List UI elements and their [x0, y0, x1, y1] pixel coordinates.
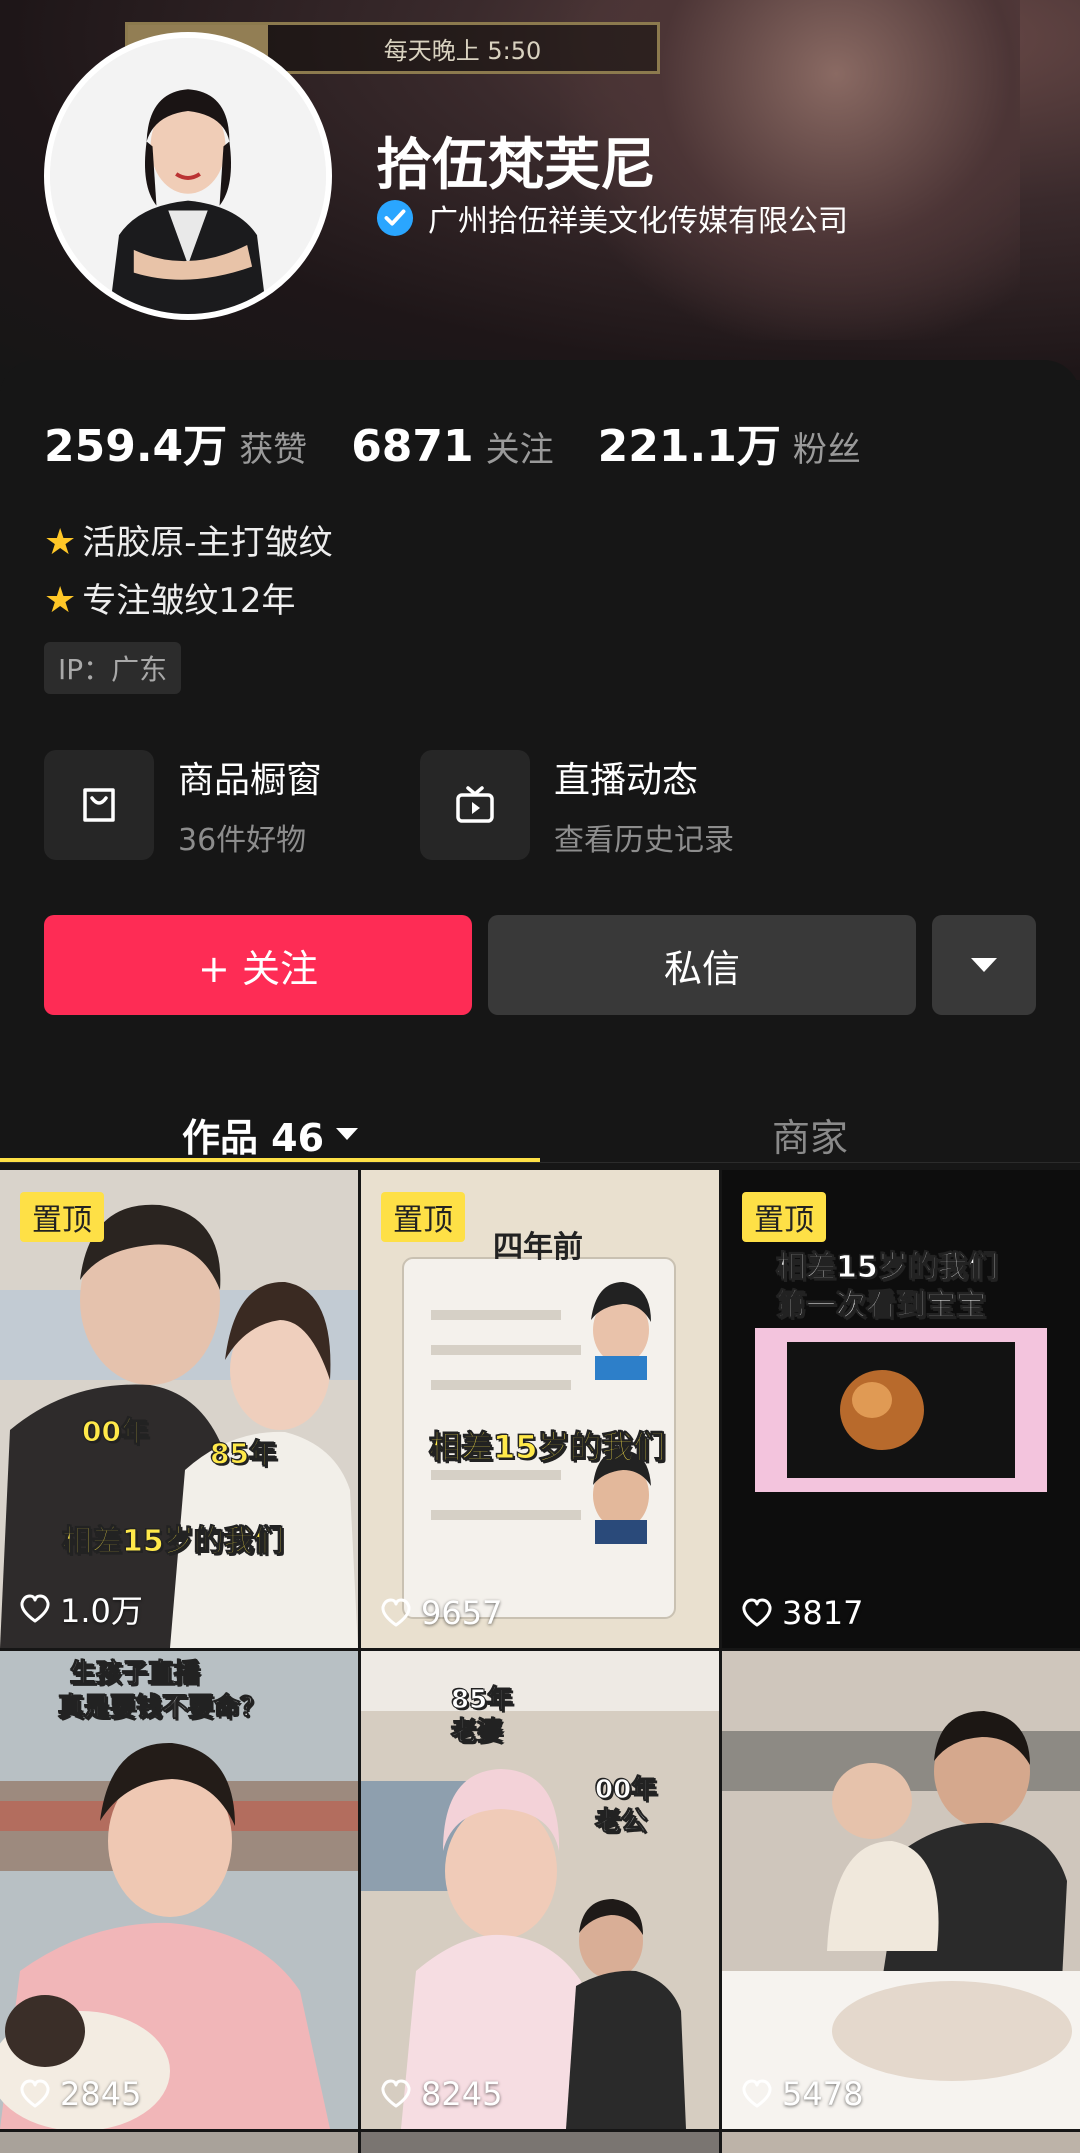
like-count: 3817: [740, 1594, 863, 1632]
video-caption: 相差15岁的我们: [62, 1524, 285, 1560]
bio: ★ 活胶原-主打皱纹 ★ 专注皱纹12年: [44, 514, 333, 630]
video-thumbnail[interactable]: 生孩子直播 真是要钱不要命？ 2845: [0, 1651, 358, 2129]
video-caption: 真是要钱不要命？: [57, 1693, 267, 1724]
live-history-title: 直播动态: [554, 760, 699, 801]
bio-line: ★ 活胶原-主打皱纹: [44, 514, 333, 572]
video-thumbnail-image: [361, 1651, 719, 2129]
video-thumbnail[interactable]: 相差15岁的我们 第一次看到宝宝 置顶 3817: [722, 1170, 1080, 1648]
heart-icon: [742, 1598, 772, 1627]
video-thumbnail[interactable]: [0, 2132, 358, 2153]
video-thumbnail[interactable]: [722, 2132, 1080, 2153]
video-caption: 老公: [594, 1807, 648, 1838]
like-count: 9657: [379, 1594, 502, 1632]
like-count: 8245: [379, 2075, 502, 2113]
live-history-subtitle: 查看历史记录: [554, 823, 734, 858]
like-count-value: 8245: [421, 2075, 503, 2113]
stat-followers-value: 221.1万: [597, 421, 781, 472]
stat-likes-value: 259.4万: [44, 421, 228, 472]
tab-works-label: 作品 46: [181, 1115, 325, 1160]
video-caption: 生孩子直播: [69, 1659, 201, 1690]
video-caption: 相差15岁的我们: [429, 1428, 667, 1467]
star-icon: ★: [44, 522, 77, 563]
message-button[interactable]: 私信: [488, 915, 916, 1015]
avatar-portrait-image: [50, 38, 326, 314]
stat-followers-label: 粉丝: [792, 430, 861, 470]
video-thumbnail[interactable]: [361, 2132, 719, 2153]
like-count-value: 5478: [782, 2075, 864, 2113]
stats-row: 259.4万 获赞 6871 关注 221.1万 粉丝: [44, 410, 905, 474]
tab-divider: [0, 1162, 1080, 1163]
caret-down-icon: [336, 1128, 359, 1140]
like-count-value: 3817: [782, 1594, 864, 1632]
shop-window-title: 商品橱窗: [178, 760, 323, 801]
follow-button[interactable]: + 关注: [44, 915, 472, 1015]
shop-window-entry[interactable]: 商品橱窗 36件好物: [44, 750, 322, 860]
live-history-entry[interactable]: 直播动态 查看历史记录: [420, 750, 734, 860]
video-caption: 第一次看到宝宝: [776, 1288, 987, 1324]
heart-icon: [742, 2079, 772, 2108]
avatar[interactable]: [44, 32, 332, 320]
shopping-bag-icon: [44, 750, 154, 860]
bio-line-text: 活胶原-主打皱纹: [82, 523, 333, 563]
star-icon: ★: [44, 580, 77, 621]
stat-following[interactable]: 6871 关注: [351, 421, 553, 472]
schedule-text: 每天晚上 5:50: [383, 36, 542, 65]
stat-following-label: 关注: [485, 430, 554, 470]
heart-icon: [20, 1594, 50, 1623]
tv-play-icon: [420, 750, 530, 860]
like-count-value: 1.0万: [60, 1592, 143, 1630]
video-caption: 85年: [210, 1437, 278, 1471]
like-count-value: 9657: [421, 1594, 503, 1632]
video-caption: 老婆: [450, 1717, 504, 1748]
heart-icon: [20, 2079, 50, 2108]
like-count: 1.0万: [18, 1586, 143, 1632]
more-options-button[interactable]: [932, 915, 1036, 1015]
video-thumbnail[interactable]: 85年 老婆 00年 老公 8245: [361, 1651, 719, 2129]
stat-followers[interactable]: 221.1万 粉丝: [598, 410, 861, 474]
verified-org-row[interactable]: 广州拾伍祥美文化传媒有限公司: [376, 196, 848, 240]
heart-icon: [381, 2079, 411, 2108]
pinned-badge: 置顶: [20, 1192, 104, 1242]
profile-name: 拾伍梵芙尼: [376, 133, 656, 198]
bio-line: ★ 专注皱纹12年: [44, 572, 333, 630]
verified-badge-icon: [376, 199, 414, 237]
verified-org-text: 广州拾伍祥美文化传媒有限公司: [428, 204, 848, 239]
video-thumbnail[interactable]: 5478: [722, 1651, 1080, 2129]
video-thumbnail-image: [722, 1651, 1080, 2129]
stat-likes-label: 获赞: [239, 430, 308, 470]
video-thumbnail[interactable]: 四年前 相差15岁的我们 置顶 9657: [361, 1170, 719, 1648]
bio-line-text: 专注皱纹12年: [82, 581, 296, 621]
ip-location-tag: IP：广东: [44, 642, 182, 694]
like-count-value: 2845: [60, 2075, 142, 2113]
like-count: 2845: [18, 2075, 141, 2113]
video-caption: 四年前: [493, 1230, 583, 1265]
video-caption: 00年: [82, 1415, 150, 1449]
shop-window-subtitle: 36件好物: [178, 823, 307, 858]
pinned-badge: 置顶: [381, 1192, 465, 1242]
chevron-down-icon: [971, 958, 997, 972]
pinned-badge: 置顶: [742, 1192, 826, 1242]
stat-following-value: 6871: [351, 421, 474, 472]
video-thumbnail[interactable]: 00年 85年 相差15岁的我们 置顶 1.0万: [0, 1170, 358, 1648]
like-count: 5478: [740, 2075, 863, 2113]
stat-likes: 259.4万 获赞: [44, 410, 307, 474]
heart-icon: [381, 1598, 411, 1627]
